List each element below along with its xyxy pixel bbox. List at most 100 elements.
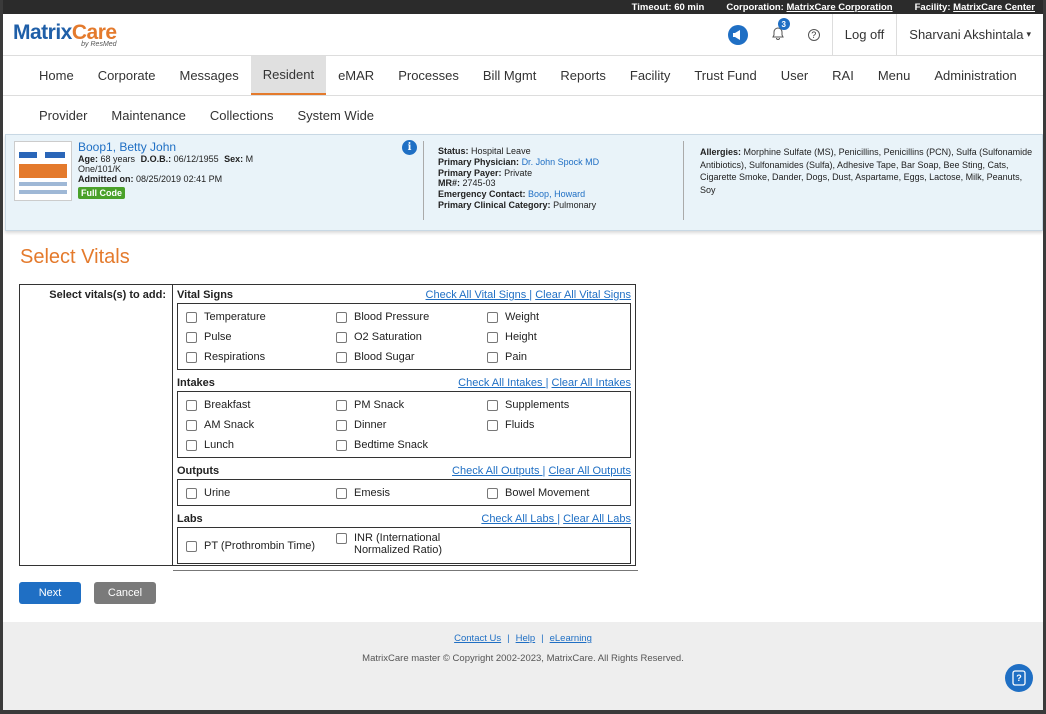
nav-corporate[interactable]: Corporate (86, 56, 168, 95)
checkbox-height[interactable]: Height (479, 327, 619, 347)
nav-user[interactable]: User (769, 56, 820, 95)
nav-resident[interactable]: Resident (250, 56, 327, 95)
checkbox-inr[interactable]: INR (International Normalized Ratio) (328, 531, 479, 561)
top-status-bar: Timeout: 60 min Corporation: MatrixCare … (3, 0, 1043, 14)
subnav-maintenance[interactable]: Maintenance (99, 108, 197, 123)
nav-rai[interactable]: RAI (820, 56, 866, 95)
checkbox-lunch[interactable]: Lunch (178, 435, 328, 455)
checkbox-respirations[interactable]: Respirations (178, 347, 328, 367)
announcements-button[interactable] (716, 14, 760, 55)
next-button[interactable]: Next (19, 582, 81, 604)
help-link[interactable]: Help (516, 633, 536, 644)
elearning-link[interactable]: eLearning (550, 633, 592, 644)
check-all-outputs-link[interactable]: Check All Outputs (452, 465, 543, 477)
checkbox-fluids[interactable]: Fluids (479, 415, 619, 435)
check-all-vital-signs-link[interactable]: Check All Vital Signs (426, 289, 530, 301)
resident-name-link[interactable]: Boop1, Betty John (78, 140, 423, 154)
checkbox-am-snack[interactable]: AM Snack (178, 415, 328, 435)
facility-link[interactable]: MatrixCare Center (953, 2, 1035, 13)
form-divider (173, 570, 638, 571)
notifications-button[interactable]: 3 (760, 14, 796, 55)
app-frame: Timeout: 60 min Corporation: MatrixCare … (3, 0, 1043, 710)
cancel-button[interactable]: Cancel (94, 582, 156, 604)
subnav-system-wide[interactable]: System Wide (285, 108, 386, 123)
checkbox-pulse[interactable]: Pulse (178, 327, 328, 347)
nav-bill-mgmt[interactable]: Bill Mgmt (471, 56, 548, 95)
nav-administration[interactable]: Administration (922, 56, 1028, 95)
checkbox-temperature[interactable]: Temperature (178, 307, 328, 327)
resident-room: One/101/K (78, 164, 122, 174)
checkbox-pt-prothrombin-time[interactable]: PT (Prothrombin Time) (178, 531, 328, 561)
corporation-info: Corporation: MatrixCare Corporation (726, 1, 893, 13)
outputs-group: Urine Emesis Bowel Movement (177, 479, 631, 506)
clear-all-vital-signs-link[interactable]: Clear All Vital Signs (535, 289, 631, 301)
checkbox-blood-pressure[interactable]: Blood Pressure (328, 307, 479, 327)
intakes-group: Breakfast PM Snack Supplements AM Snack … (177, 391, 631, 458)
timeout-text: Timeout: 60 min (631, 1, 705, 13)
subnav-provider[interactable]: Provider (27, 108, 99, 123)
page-title: Select Vitals (20, 246, 130, 268)
copyright-text: MatrixCare master © Copyright 2002-2023,… (362, 653, 684, 664)
nav-messages[interactable]: Messages (168, 56, 251, 95)
check-all-intakes-link[interactable]: Check All Intakes (458, 377, 545, 389)
user-name: Sharvani Akshintala (909, 27, 1024, 42)
checkbox-o2-saturation[interactable]: O2 Saturation (328, 327, 479, 347)
checkbox-bedtime-snack[interactable]: Bedtime Snack (328, 435, 479, 455)
intakes-header: Intakes Check All Intakes | Clear All In… (177, 377, 631, 389)
primary-nav: Home Corporate Messages Resident eMAR Pr… (3, 56, 1043, 96)
page-footer: Contact Us | Help | eLearning MatrixCare mas… (3, 622, 1043, 710)
select-vitals-form: Select vitals(s) to add: Vital Signs Che… (19, 284, 636, 566)
clear-all-intakes-link[interactable]: Clear All Intakes (552, 377, 631, 389)
labs-group: PT (Prothrombin Time) INR (International… (177, 527, 631, 564)
caret-down-icon: ▾ (1026, 29, 1031, 39)
resident-photo[interactable] (14, 141, 72, 201)
checkbox-bowel-movement[interactable]: Bowel Movement (479, 483, 619, 503)
contact-us-link[interactable]: Contact Us (454, 633, 501, 644)
logoff-link[interactable]: Log off (831, 14, 897, 55)
nav-menu[interactable]: Menu (866, 56, 923, 95)
labs-header: Labs Check All Labs | Clear All Labs (177, 513, 631, 525)
subnav-collections[interactable]: Collections (198, 108, 286, 123)
app-header: MatrixCare by ResMed 3 ? Log off Sharvan… (3, 14, 1043, 56)
nav-trust-fund[interactable]: Trust Fund (682, 56, 768, 95)
help-widget-button[interactable]: ? (1005, 664, 1033, 692)
checkbox-dinner[interactable]: Dinner (328, 415, 479, 435)
check-all-labs-link[interactable]: Check All Labs (481, 513, 557, 525)
checkbox-breakfast[interactable]: Breakfast (178, 395, 328, 415)
checkbox-weight[interactable]: Weight (479, 307, 619, 327)
question-circle-icon: ? (807, 28, 820, 41)
info-icon[interactable]: i (402, 140, 417, 155)
notification-count-badge: 3 (777, 18, 790, 30)
secondary-nav: Provider Maintenance Collections System … (3, 96, 1043, 134)
allergies-text: Morphine Sulfate (MS), Penicillins, Peni… (700, 147, 1033, 195)
resident-banner: Boop1, Betty John Age: 68 years D.O.B.: … (5, 134, 1043, 231)
checkbox-urine[interactable]: Urine (178, 483, 328, 503)
nav-processes[interactable]: Processes (386, 56, 471, 95)
corporation-link[interactable]: MatrixCare Corporation (787, 2, 893, 13)
checkbox-pm-snack[interactable]: PM Snack (328, 395, 479, 415)
checkbox-blood-sugar[interactable]: Blood Sugar (328, 347, 479, 367)
select-vitals-label: Select vitals(s) to add: (20, 285, 173, 565)
nav-reports[interactable]: Reports (548, 56, 618, 95)
allergies-block: Allergies: Morphine Sulfate (MS), Penici… (683, 141, 1042, 220)
clear-all-labs-link[interactable]: Clear All Labs (563, 513, 631, 525)
help-button[interactable]: ? (796, 14, 832, 55)
svg-text:?: ? (1016, 673, 1022, 683)
facility-info: Facility: MatrixCare Center (914, 1, 1035, 13)
nav-facility[interactable]: Facility (618, 56, 682, 95)
nav-home[interactable]: Home (27, 56, 86, 95)
clear-all-outputs-link[interactable]: Clear All Outputs (548, 465, 631, 477)
emergency-contact-link[interactable]: Boop, Howard (528, 189, 585, 199)
checkbox-pain[interactable]: Pain (479, 347, 619, 367)
outputs-header: Outputs Check All Outputs | Clear All Ou… (177, 465, 631, 477)
checkbox-emesis[interactable]: Emesis (328, 483, 479, 503)
matrixcare-logo[interactable]: MatrixCare by ResMed (13, 22, 117, 48)
resident-status-block: Status: Hospital Leave Primary Physician… (423, 141, 683, 220)
checkbox-supplements[interactable]: Supplements (479, 395, 619, 415)
resident-demographics: Age: 68 years D.O.B.: 06/12/1955 Sex: M (78, 154, 254, 164)
physician-link[interactable]: Dr. John Spock MD (522, 157, 600, 167)
user-menu[interactable]: Sharvani Akshintala ▾ (896, 14, 1043, 55)
resident-summary: Boop1, Betty John Age: 68 years D.O.B.: … (78, 135, 423, 230)
nav-emar[interactable]: eMAR (326, 56, 386, 95)
megaphone-icon (727, 24, 748, 45)
